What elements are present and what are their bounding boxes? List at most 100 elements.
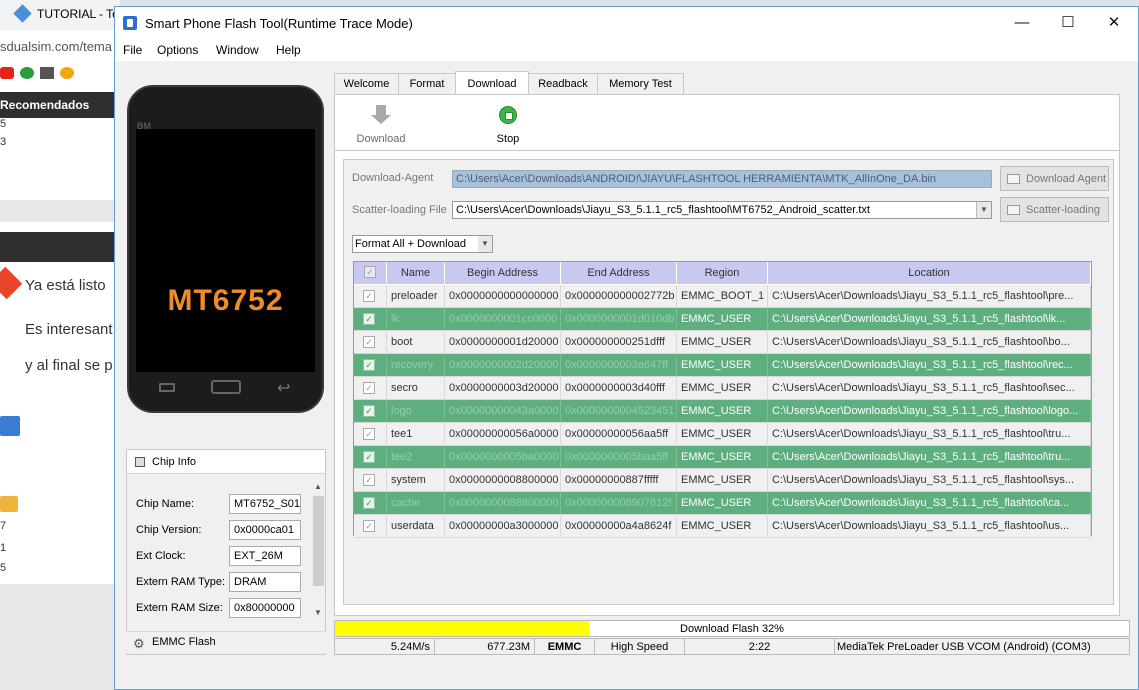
table-row[interactable]: ✓ tee2 0x0000000005ba0000 0x0000000005baa5f… xyxy=(354,446,1091,469)
cell-begin: 0x0000000001cc0000 xyxy=(445,308,561,330)
checkbox-icon[interactable]: ✓ xyxy=(363,497,375,509)
row-checkbox-cell[interactable]: ✓ xyxy=(354,469,387,491)
tab-download[interactable]: Download xyxy=(455,71,529,94)
menu-help[interactable]: Help xyxy=(276,43,301,57)
cell-location: C:\Users\Acer\Downloads\Jiayu_S3_5.1.1_r… xyxy=(768,400,1091,422)
scatter-loading-button[interactable]: Scatter-loading xyxy=(1000,197,1109,222)
table-row[interactable]: ✓ system 0x0000000008800000 0x00000000887ff… xyxy=(354,469,1091,492)
chip-info-header[interactable]: Chip Info xyxy=(127,450,325,474)
checkbox-icon[interactable]: ✓ xyxy=(363,405,375,417)
ext-clock-value[interactable]: EXT_26M xyxy=(229,546,301,566)
scatter-loading-button-label: Scatter-loading xyxy=(1026,204,1100,216)
header-check[interactable]: ✓ xyxy=(354,262,387,284)
chip-name-value[interactable]: MT6752_S01 xyxy=(229,494,301,514)
minimize-button[interactable]: — xyxy=(999,7,1045,39)
row-checkbox-cell[interactable]: ✓ xyxy=(354,377,387,399)
cell-name: tee2 xyxy=(387,446,445,468)
bookmark-orange-icon[interactable] xyxy=(60,67,74,79)
table-row[interactable]: ✓ logo 0x00000000043a0000 0x000000000452345… xyxy=(354,400,1091,423)
row-checkbox-cell[interactable]: ✓ xyxy=(354,331,387,353)
cell-end: 0x000000008907812f xyxy=(561,492,677,514)
table-row[interactable]: ✓ recovery 0x0000000002d20000 0x0000000003a… xyxy=(354,354,1091,377)
cell-region: EMMC_USER xyxy=(677,469,768,491)
table-row[interactable]: ✓ boot 0x0000000001d20000 0x000000000251dff… xyxy=(354,331,1091,354)
header-end[interactable]: End Address xyxy=(561,262,677,284)
cell-name: boot xyxy=(387,331,445,353)
table-row[interactable]: ✓ secro 0x0000000003d20000 0x0000000003d40f… xyxy=(354,377,1091,400)
cell-region: EMMC_USER xyxy=(677,331,768,353)
ram-type-value[interactable]: DRAM xyxy=(229,572,301,592)
checkbox-icon[interactable]: ✓ xyxy=(363,290,375,302)
cell-begin: 0x00000000a3000000 xyxy=(445,515,561,537)
close-button[interactable]: ✕ xyxy=(1091,7,1137,39)
emmc-flash-header[interactable]: ⚙ EMMC Flash xyxy=(126,631,326,653)
scrollbar-thumb[interactable] xyxy=(313,496,324,586)
badge-icon xyxy=(0,266,23,300)
chevron-down-icon[interactable]: ▼ xyxy=(976,202,991,218)
title-bar[interactable]: Smart Phone Flash Tool(Runtime Trace Mod… xyxy=(115,7,1138,39)
table-row[interactable]: ✓ cache 0x0000000088800000 0x00000000890781… xyxy=(354,492,1091,515)
table-row[interactable]: ✓ userdata 0x00000000a3000000 0x00000000a4a… xyxy=(354,515,1091,538)
menu-options[interactable]: Options xyxy=(157,43,198,57)
cell-end: 0x0000000005baa5ff xyxy=(561,446,677,468)
chip-scrollbar[interactable]: ▲ ▼ xyxy=(312,480,325,622)
checkbox-icon[interactable]: ✓ xyxy=(363,382,375,394)
tab-readback[interactable]: Readback xyxy=(528,73,598,95)
row-checkbox-cell[interactable]: ✓ xyxy=(354,285,387,307)
menu-file[interactable]: File xyxy=(123,43,142,57)
row-checkbox-cell[interactable]: ✓ xyxy=(354,423,387,445)
cell-begin: 0x00000000043a0000 xyxy=(445,400,561,422)
youtube-icon[interactable] xyxy=(0,67,14,79)
table-row[interactable]: ✓ lk 0x0000000001cc0000 0x0000000001d010db E… xyxy=(354,308,1091,331)
header-location[interactable]: Location xyxy=(768,262,1091,284)
scatter-file-select[interactable]: C:\Users\Acer\Downloads\Jiayu_S3_5.1.1_r… xyxy=(452,201,992,219)
scroll-down-icon[interactable]: ▼ xyxy=(314,608,322,617)
stop-button[interactable]: Stop xyxy=(485,103,531,147)
flash-tool-window: Smart Phone Flash Tool(Runtime Trace Mod… xyxy=(114,6,1139,690)
browser-address-bar[interactable]: sdualsim.com/tema xyxy=(0,30,120,64)
download-mode-select[interactable]: Format All + Download ▼ xyxy=(352,235,493,253)
tab-welcome[interactable]: Welcome xyxy=(334,73,399,95)
table-row[interactable]: ✓ preloader 0x0000000000000000 0x0000000000… xyxy=(354,285,1091,308)
row-checkbox-cell[interactable]: ✓ xyxy=(354,354,387,376)
menu-window[interactable]: Window xyxy=(216,43,259,57)
tab-format[interactable]: Format xyxy=(398,73,456,95)
checkbox-icon[interactable]: ✓ xyxy=(363,520,375,532)
row-checkbox-cell[interactable]: ✓ xyxy=(354,446,387,468)
row-checkbox-cell[interactable]: ✓ xyxy=(354,515,387,537)
cell-begin: 0x00000000056a0000 xyxy=(445,423,561,445)
checkbox-all-icon[interactable]: ✓ xyxy=(364,266,376,278)
download-agent-button[interactable]: Download Agent xyxy=(1000,166,1109,191)
row-checkbox-cell[interactable]: ✓ xyxy=(354,308,387,330)
row-checkbox-cell[interactable]: ✓ xyxy=(354,492,387,514)
browser-tab[interactable]: TUTORIAL - To xyxy=(0,0,120,30)
maximize-button[interactable]: ☐ xyxy=(1045,7,1091,39)
chip-version-value[interactable]: 0x0000ca01 xyxy=(229,520,301,540)
scroll-up-icon[interactable]: ▲ xyxy=(314,482,322,491)
ram-size-value[interactable]: 0x80000000 xyxy=(229,598,301,618)
download-button[interactable]: Download xyxy=(351,103,411,147)
checkbox-icon[interactable]: ✓ xyxy=(363,313,375,325)
cell-begin: 0x0000000005ba0000 xyxy=(445,446,561,468)
checkbox-icon[interactable]: ✓ xyxy=(363,359,375,371)
checkbox-icon[interactable]: ✓ xyxy=(363,474,375,486)
tab-memory-test[interactable]: Memory Test xyxy=(597,73,684,95)
header-name[interactable]: Name xyxy=(387,262,445,284)
header-begin[interactable]: Begin Address xyxy=(445,262,561,284)
chevron-down-icon[interactable]: ▼ xyxy=(478,236,492,252)
bookmark-icon[interactable] xyxy=(40,67,54,79)
chip-icon xyxy=(135,457,145,467)
checkbox-icon[interactable]: ✓ xyxy=(363,336,375,348)
table-row[interactable]: ✓ tee1 0x00000000056a0000 0x00000000056aa5f… xyxy=(354,423,1091,446)
menu-bar: File Options Window Help xyxy=(115,39,1138,61)
row-checkbox-cell[interactable]: ✓ xyxy=(354,400,387,422)
status-speed: 5.24M/s xyxy=(335,639,435,654)
status-size: 677.23M xyxy=(435,639,535,654)
checkbox-icon[interactable]: ✓ xyxy=(363,428,375,440)
browser-page: Recomendados 5 3 Ya está listo Es intere… xyxy=(0,86,120,690)
green-bookmark-icon[interactable] xyxy=(20,67,34,79)
download-agent-field[interactable]: C:\Users\Acer\Downloads\ANDROID!\JIAYU\F… xyxy=(452,170,992,188)
checkbox-icon[interactable]: ✓ xyxy=(363,451,375,463)
window-title: Smart Phone Flash Tool(Runtime Trace Mod… xyxy=(145,16,413,31)
header-region[interactable]: Region xyxy=(677,262,768,284)
